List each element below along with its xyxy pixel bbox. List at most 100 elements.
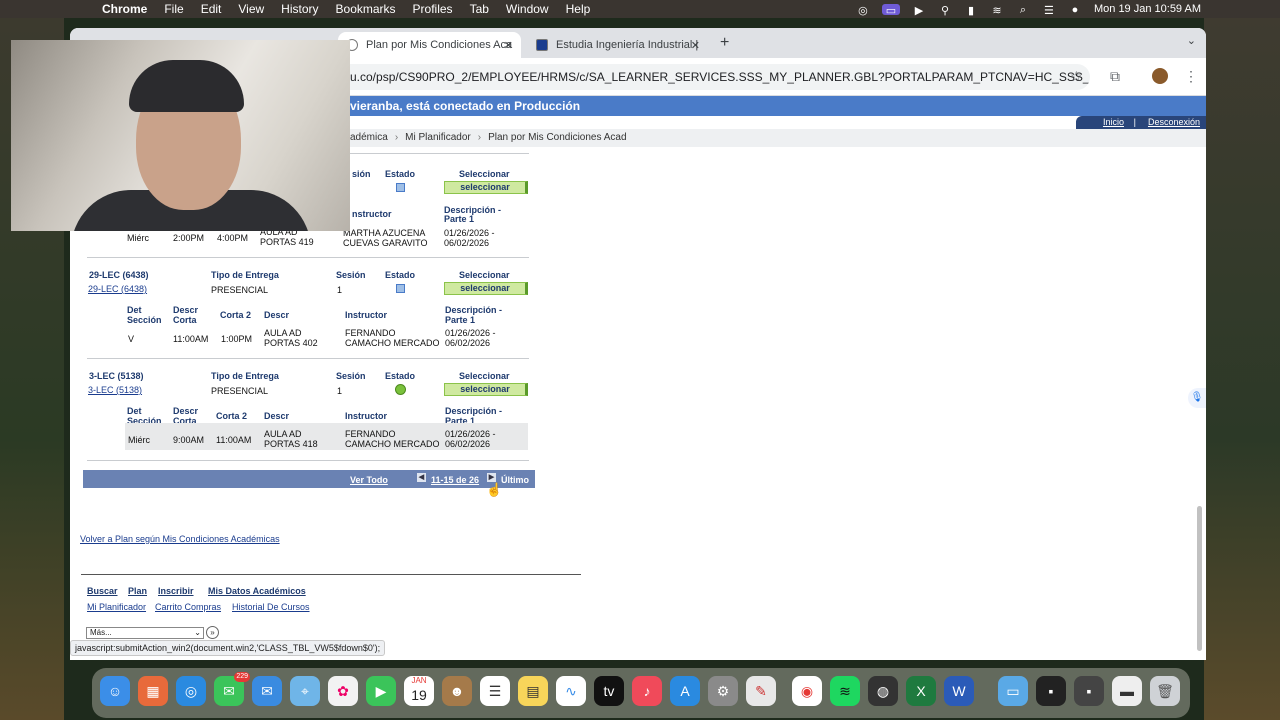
nav-inscribir[interactable]: Inscribir	[158, 586, 194, 596]
select-button[interactable]: seleccionar	[444, 181, 528, 194]
last-page-link[interactable]: Último	[501, 475, 529, 485]
breadcrumb-item[interactable]: adémica	[350, 132, 388, 143]
pages-icon[interactable]: ✎	[746, 676, 776, 706]
bookmark-star-icon[interactable]: ☆	[1070, 68, 1083, 85]
meeting-start: 11:00AM	[173, 334, 209, 344]
menu-app-name[interactable]: Chrome	[102, 2, 147, 16]
menu-bookmarks[interactable]: Bookmarks	[336, 2, 396, 16]
col-header-estado: Estado	[385, 169, 416, 179]
mail-icon[interactable]: ✉	[252, 676, 282, 706]
creative-cloud-icon[interactable]: ◎	[856, 4, 870, 17]
nav-mi-planificador[interactable]: Mi Planificador	[87, 602, 146, 612]
notes-icon[interactable]: ▤	[518, 676, 548, 706]
col-header-sesion: Sesión	[336, 371, 366, 381]
apple-tv-icon[interactable]: tv	[594, 676, 624, 706]
play-icon[interactable]: ▶	[912, 4, 926, 17]
inicio-link[interactable]: Inicio	[1103, 116, 1124, 129]
more-select[interactable]: Más... ⌄	[86, 627, 204, 639]
breadcrumb-item[interactable]: Mi Planificador	[405, 132, 471, 143]
close-tab-icon[interactable]: ✕	[504, 39, 513, 52]
meeting-instructor: MARTHA AZUCENA CUEVAS GARAVITO	[343, 228, 428, 248]
meeting-start: 2:00PM	[173, 233, 205, 243]
calendar-icon[interactable]: JAN 19	[404, 676, 434, 706]
address-bar[interactable]: u.co/psp/CS90PRO_2/EMPLOYEE/HRMS/c/SA_LE…	[320, 64, 1090, 90]
freeform-icon[interactable]: ∿	[556, 676, 586, 706]
menubar-clock[interactable]: Mon 19 Jan 10:59 AM	[1094, 3, 1201, 15]
siri-icon[interactable]: ●	[1068, 4, 1082, 16]
folder-icon[interactable]: ▭	[998, 676, 1028, 706]
profile-avatar[interactable]	[1152, 68, 1168, 84]
select-button[interactable]: seleccionar	[444, 282, 528, 295]
extensions-icon[interactable]: ⧉	[1110, 68, 1120, 85]
tab-search-chevron-icon[interactable]: ⌄	[1187, 34, 1196, 47]
document-thumbnail-icon[interactable]: ▬	[1112, 676, 1142, 706]
chrome-menu-icon[interactable]: ⋮	[1184, 68, 1198, 85]
tab-estudia-ingenieria[interactable]: Estudia Ingeniería Industrial | ✕	[528, 32, 708, 58]
nav-plan[interactable]: Plan	[128, 586, 147, 596]
spotlight-search-icon[interactable]: ⌕	[1016, 4, 1030, 16]
nav-mis-datos[interactable]: Mis Datos Académicos	[208, 586, 306, 596]
chrome-icon[interactable]: ◉	[792, 676, 822, 706]
more-select-value: Más...	[90, 628, 112, 637]
vertical-scrollbar[interactable]	[1197, 506, 1202, 651]
tab-plan-condiciones[interactable]: Plan por Mis Condiciones Aca ✕	[338, 32, 521, 58]
menu-tab[interactable]: Tab	[470, 2, 489, 16]
vpn-icon[interactable]: ⚲	[938, 4, 952, 17]
control-center-icon[interactable]: ☰	[1042, 4, 1056, 17]
status-open-icon	[396, 183, 405, 192]
menu-view[interactable]: View	[238, 2, 264, 16]
next-page-icon[interactable]: ▶	[487, 473, 496, 482]
col-header-sesion: sión	[352, 169, 371, 179]
close-tab-icon[interactable]: ✕	[691, 39, 700, 52]
messages-icon[interactable]: ✉ 229	[214, 672, 250, 706]
launchpad-icon[interactable]: ▦	[138, 676, 168, 706]
facetime-icon[interactable]: ▶	[366, 676, 396, 706]
menu-history[interactable]: History	[281, 2, 318, 16]
excel-icon[interactable]: X	[906, 676, 936, 706]
meeting-day: Miérc	[127, 233, 149, 243]
maps-icon[interactable]: ⌖	[290, 676, 320, 706]
system-settings-icon[interactable]: ⚙	[708, 676, 738, 706]
app-store-icon[interactable]: A	[670, 676, 700, 706]
webcam-person-cap	[129, 60, 244, 112]
new-tab-icon[interactable]: +	[720, 34, 729, 52]
window-thumbnail-icon[interactable]: ▪	[1036, 676, 1066, 706]
nav-buscar[interactable]: Buscar	[87, 586, 118, 596]
back-to-plan-link[interactable]: Volver a Plan según Mis Condiciones Acad…	[80, 534, 280, 544]
status-bar: javascript:submitAction_win2(document.wi…	[70, 640, 386, 656]
menu-profiles[interactable]: Profiles	[413, 2, 453, 16]
window-thumbnail-icon[interactable]: ▪	[1074, 676, 1104, 706]
menu-file[interactable]: File	[164, 2, 183, 16]
wifi-icon[interactable]: ≋	[990, 4, 1004, 17]
col-header-seleccionar: Seleccionar	[459, 169, 510, 179]
col-header-seleccionar: Seleccionar	[459, 371, 510, 381]
pager-bar: Ver Todo ◀ 11-15 de 26 ▶ Último	[83, 470, 535, 488]
trash-icon[interactable]: 🗑	[1150, 676, 1180, 706]
battery-icon[interactable]: ▮	[964, 4, 978, 17]
menu-edit[interactable]: Edit	[201, 2, 222, 16]
safari-icon[interactable]: ◎	[176, 676, 206, 706]
contacts-icon[interactable]: ☻	[442, 676, 472, 706]
meeting-end: 1:00PM	[221, 334, 253, 344]
obs-icon[interactable]: ◍	[868, 676, 898, 706]
section-link[interactable]: 29-LEC (6438)	[88, 284, 147, 294]
photos-icon[interactable]: ✿	[328, 676, 358, 706]
menu-window[interactable]: Window	[506, 2, 549, 16]
view-all-link[interactable]: Ver Todo	[350, 475, 388, 485]
menu-help[interactable]: Help	[566, 2, 591, 16]
music-icon[interactable]: ♪	[632, 676, 662, 706]
spotify-icon[interactable]: ≋	[830, 676, 860, 706]
section-link[interactable]: 3-LEC (5138)	[88, 385, 142, 395]
col-header-sesion: Sesión	[336, 270, 366, 280]
desconexion-link[interactable]: Desconexión	[1148, 116, 1200, 129]
screen-mirroring-icon[interactable]: ▭	[881, 3, 900, 17]
finder-icon[interactable]: ☺	[100, 676, 130, 706]
nav-carrito[interactable]: Carrito Compras	[155, 602, 221, 612]
reminders-icon[interactable]: ☰	[480, 676, 510, 706]
microphone-icon[interactable]: 🎙	[1188, 388, 1206, 408]
previous-page-icon[interactable]: ◀	[417, 473, 426, 482]
word-icon[interactable]: W	[944, 676, 974, 706]
select-button[interactable]: seleccionar	[444, 383, 528, 396]
nav-historial[interactable]: Historial De Cursos	[232, 602, 310, 612]
go-button[interactable]: »	[206, 626, 219, 639]
